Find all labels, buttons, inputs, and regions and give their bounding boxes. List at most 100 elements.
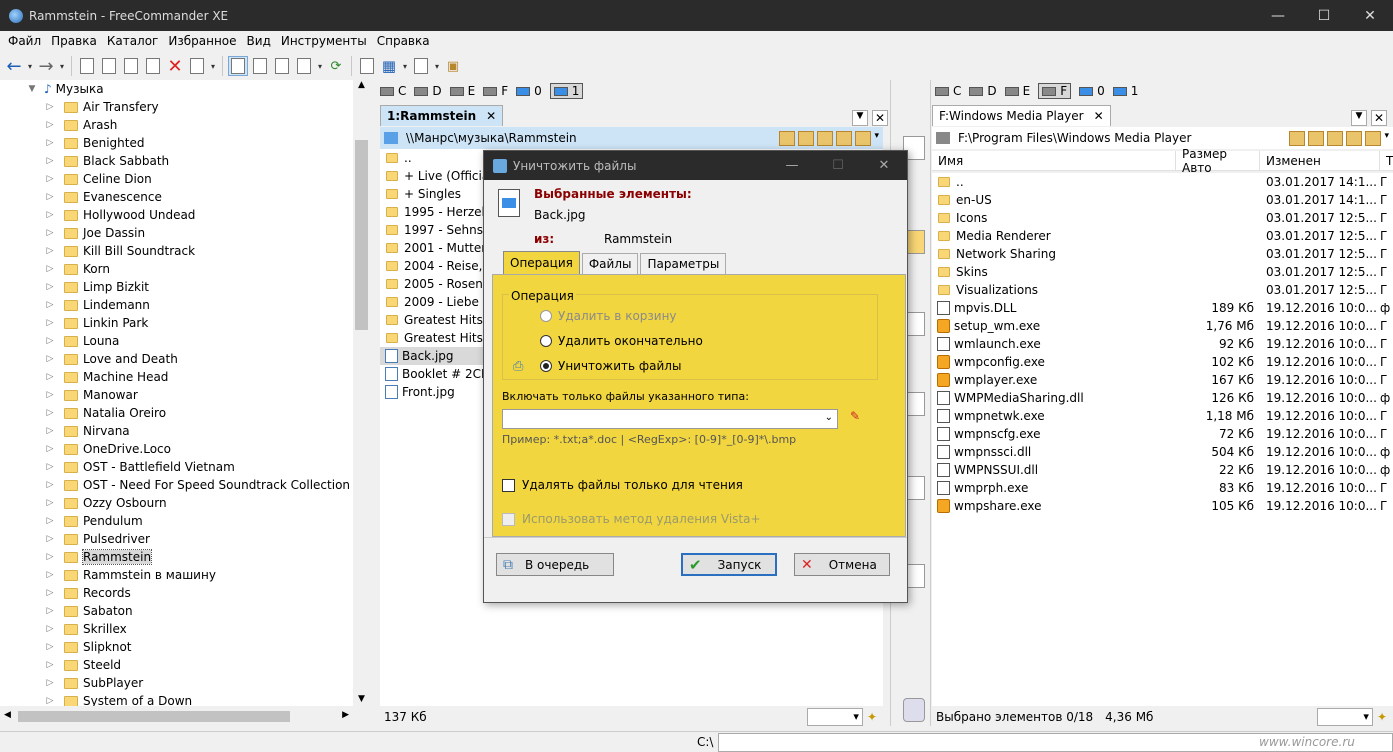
close-panel-icon[interactable]: ✕	[872, 110, 888, 126]
filter-wand-icon[interactable]: ✦	[867, 710, 877, 724]
tree-item[interactable]: ▷ Arash	[0, 116, 369, 134]
recycle-bin-icon[interactable]	[903, 698, 925, 722]
file-row[interactable]: wmpconfig.exe 102 Кб 19.12.2016 10:0... Г	[932, 353, 1393, 371]
radio-recycle[interactable]: Удалить в корзину	[540, 309, 677, 323]
tree-item[interactable]: ▷ Pulsedriver	[0, 530, 369, 548]
tree-item[interactable]: ▷ Pendulum	[0, 512, 369, 530]
tree-item[interactable]: ▷ OST - Battlefield Vietnam	[0, 458, 369, 476]
tree-item[interactable]: ▷ Evanescence	[0, 188, 369, 206]
col-name[interactable]: Имя	[932, 150, 1176, 171]
expand-arrow-icon[interactable]: ▷	[44, 624, 56, 634]
close-button[interactable]: ✕	[1347, 0, 1393, 31]
tree-item[interactable]: ▷ Machine Head	[0, 368, 369, 386]
expand-arrow-icon[interactable]: ▷	[44, 138, 56, 148]
start-button[interactable]: ✔ Запуск	[681, 553, 777, 576]
view-dropdown-icon[interactable]: ▾	[316, 56, 324, 76]
up-folder-icon[interactable]	[817, 130, 834, 146]
dialog-minimize-button[interactable]: —	[769, 158, 815, 173]
script-icon[interactable]: ▣	[443, 56, 463, 76]
file-row[interactable]: setup_wm.exe 1,76 Мб 19.12.2016 10:0... Г	[932, 317, 1393, 335]
view-details-icon[interactable]	[250, 56, 270, 76]
dialog-maximize-button[interactable]: ☐	[815, 158, 861, 173]
scrollbar-thumb[interactable]	[18, 711, 290, 722]
tree-vertical-scrollbar[interactable]: ▲ ▼	[353, 80, 370, 706]
tree-item[interactable]: ▷ Ozzy Osbourn	[0, 494, 369, 512]
expand-arrow-icon[interactable]: ▷	[44, 156, 56, 166]
close-panel-icon[interactable]: ✕	[1371, 110, 1387, 126]
expand-arrow-icon[interactable]: ▷	[44, 660, 56, 670]
file-row[interactable]: wmprph.exe 83 Кб 19.12.2016 10:0... Г	[932, 479, 1393, 497]
drive-0[interactable]: 0	[516, 84, 542, 98]
file-row[interactable]: wmpnssci.dll 504 Кб 19.12.2016 10:0... ф	[932, 443, 1393, 461]
tree-item[interactable]: ▷ Steeld	[0, 656, 369, 674]
settings-icon[interactable]	[411, 56, 431, 76]
expand-arrow-icon[interactable]: ▷	[44, 498, 56, 508]
scrollbar-thumb[interactable]	[355, 140, 368, 330]
col-modified[interactable]: Изменен	[1260, 150, 1380, 171]
radio-delete-permanent[interactable]: Удалить окончательно	[540, 334, 703, 348]
view-columns-icon[interactable]	[272, 56, 292, 76]
right-filter-combo[interactable]	[1316, 708, 1373, 726]
file-row[interactable]: wmpshare.exe 105 Кб 19.12.2016 10:0... Г	[932, 497, 1393, 515]
expand-arrow-icon[interactable]: ▷	[44, 336, 56, 346]
expand-arrow-icon[interactable]: ▷	[44, 444, 56, 454]
expand-arrow-icon[interactable]: ▷	[44, 480, 56, 490]
maximize-button[interactable]: ☐	[1301, 0, 1347, 31]
file-row[interactable]: Icons 03.01.2017 12:5... Г	[932, 209, 1393, 227]
menu-help[interactable]: Справка	[372, 34, 435, 48]
expand-arrow-icon[interactable]: ▷	[44, 534, 56, 544]
tree-item[interactable]: ▷ Joe Dassin	[0, 224, 369, 242]
file-row[interactable]: Media Renderer 03.01.2017 12:5... Г	[932, 227, 1393, 245]
radio-wipe-files[interactable]: Уничтожить файлы	[540, 359, 681, 373]
filter-wand-icon[interactable]: ✦	[1377, 710, 1387, 724]
file-row[interactable]: mpvis.DLL 189 Кб 19.12.2016 10:0... ф	[932, 299, 1393, 317]
view-thumbs-icon[interactable]	[294, 56, 314, 76]
drive-d[interactable]: D	[969, 84, 997, 98]
drive-e[interactable]: E	[449, 84, 475, 98]
close-tab-icon[interactable]: ✕	[1094, 109, 1104, 123]
back-dropdown-icon[interactable]: ▾	[26, 56, 34, 76]
left-filter-combo[interactable]	[806, 708, 863, 726]
tree-item[interactable]: ▷ Air Transfery	[0, 98, 369, 116]
copy-path-icon[interactable]	[855, 130, 872, 146]
expand-arrow-icon[interactable]: ▷	[44, 300, 56, 310]
expand-arrow-icon[interactable]: ▷	[44, 282, 56, 292]
properties-icon[interactable]	[357, 56, 377, 76]
layout-icon[interactable]: ▦	[379, 56, 399, 76]
expand-arrow-icon[interactable]: ▷	[44, 462, 56, 472]
vista-method-checkbox[interactable]: Использовать метод удаления Vista+	[502, 512, 761, 526]
expand-arrow-icon[interactable]: ▷	[44, 246, 56, 256]
tree-item[interactable]: ▷ Louna	[0, 332, 369, 350]
readonly-checkbox[interactable]: Удалять файлы только для чтения	[502, 478, 743, 492]
tree-item[interactable]: ▷ Records	[0, 584, 369, 602]
close-tab-icon[interactable]: ✕	[486, 109, 496, 123]
expand-arrow-icon[interactable]: ▷	[44, 192, 56, 202]
drive-c[interactable]: C	[380, 84, 406, 98]
forward-dropdown-icon[interactable]: ▾	[58, 56, 66, 76]
expand-arrow-icon[interactable]: ▷	[44, 372, 56, 382]
col-size[interactable]: Размер Авто	[1176, 147, 1260, 175]
root-folder-icon[interactable]	[1346, 130, 1363, 146]
expand-arrow-icon[interactable]: ▷	[44, 228, 56, 238]
dialog-close-button[interactable]: ✕	[861, 158, 907, 173]
root-folder-icon[interactable]	[836, 130, 853, 146]
tree-horizontal-scrollbar[interactable]: ◀ ▶	[0, 708, 353, 725]
menu-view[interactable]: Вид	[242, 34, 276, 48]
drive-0[interactable]: 0	[1079, 84, 1105, 98]
file-row[interactable]: Skins 03.01.2017 12:5... Г	[932, 263, 1393, 281]
expand-arrow-icon[interactable]: ▷	[44, 264, 56, 274]
file-row[interactable]: wmplayer.exe 167 Кб 19.12.2016 10:0... Г	[932, 371, 1393, 389]
left-path-bar[interactable]: \\Maнpc\музыка\Rammstein ▾	[380, 127, 883, 149]
delete-icon[interactable]: ✕	[165, 56, 185, 77]
drive-1[interactable]: 1	[1112, 84, 1138, 98]
right-path-bar[interactable]: F:\Program Files\Windows Media Player ▾	[932, 127, 1393, 149]
file-row[interactable]: WMPMediaSharing.dll 126 Кб 19.12.2016 10:0…	[932, 389, 1393, 407]
tree-root[interactable]: ▼ ♪ Музыка	[0, 80, 369, 98]
drive-c[interactable]: C	[935, 84, 961, 98]
rename-dropdown-icon[interactable]: ▾	[209, 56, 217, 76]
tree-item[interactable]: ▷ SubPlayer	[0, 674, 369, 692]
expand-arrow-icon[interactable]: ▷	[44, 696, 56, 706]
back-arrow-icon[interactable]: ←	[4, 56, 24, 77]
tree-item[interactable]: ▷ Love and Death	[0, 350, 369, 368]
expand-arrow-icon[interactable]: ▷	[44, 588, 56, 598]
